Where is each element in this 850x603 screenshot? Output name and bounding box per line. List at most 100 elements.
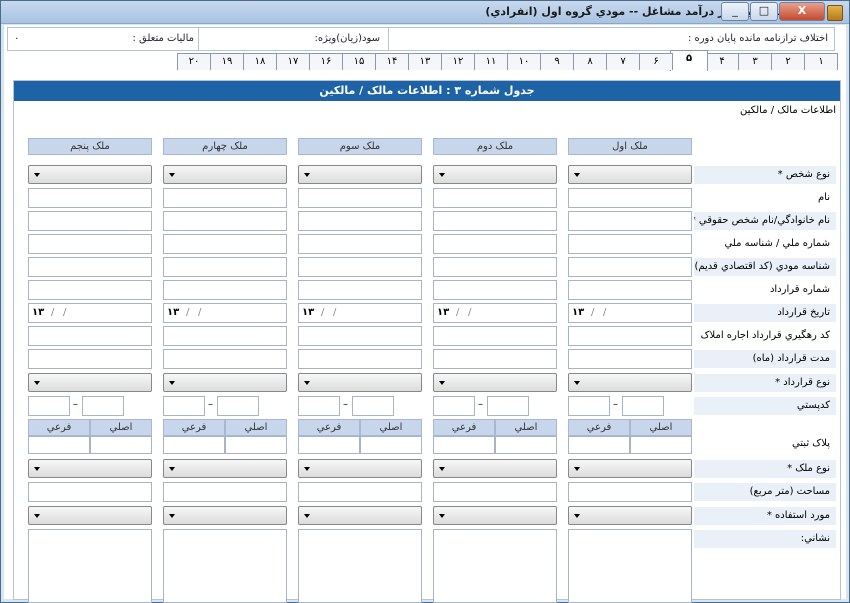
owner-second-property-type-select[interactable] <box>433 459 557 478</box>
owner-fifth-name-input[interactable] <box>28 188 152 208</box>
owner-first-national-id-input[interactable] <box>568 234 692 254</box>
owner-third-property-type-select[interactable] <box>298 459 422 478</box>
owner-second-tracking-code-input[interactable] <box>433 326 557 346</box>
minimize-button[interactable]: _ <box>721 2 749 21</box>
owner-third-national-id-input[interactable] <box>298 234 422 254</box>
owner-fifth-plaque-main-input[interactable] <box>90 436 152 454</box>
owner-first-address-textarea[interactable] <box>568 529 692 603</box>
owner-first-plaque-main-input[interactable] <box>630 436 692 454</box>
owner-second-area-input[interactable] <box>433 482 557 502</box>
tab-8[interactable]: ۸ <box>573 53 607 70</box>
owner-first-usage-select[interactable] <box>568 506 692 525</box>
owner-second-postal-code-part1-input[interactable] <box>487 396 529 416</box>
owner-first-postal-code-part2-input[interactable] <box>568 396 610 416</box>
owner-fourth-family-input[interactable] <box>163 211 287 231</box>
tab-2[interactable]: ۲ <box>771 53 805 70</box>
owner-first-tax-id-input[interactable] <box>568 257 692 277</box>
owner-second-postal-code-part2-input[interactable] <box>433 396 475 416</box>
tab-7[interactable]: ۷ <box>606 53 640 70</box>
owner-fifth-property-type-select[interactable] <box>28 459 152 478</box>
owner-fifth-contract-duration-input[interactable] <box>28 349 152 369</box>
owner-second-contract-duration-input[interactable] <box>433 349 557 369</box>
owner-third-plaque-main-input[interactable] <box>360 436 422 454</box>
owner-fifth-person-type-select[interactable] <box>28 165 152 184</box>
owner-third-contract-date-input[interactable]: ۱۳ / / <box>298 303 422 323</box>
owner-fourth-address-textarea[interactable] <box>163 529 287 603</box>
owner-fourth-person-type-select[interactable] <box>163 165 287 184</box>
owner-fourth-plaque-sub-input[interactable] <box>163 436 225 454</box>
owner-first-plaque-sub-input[interactable] <box>568 436 630 454</box>
tab-10[interactable]: ۱۰ <box>507 53 541 70</box>
owner-fifth-contract-no-input[interactable] <box>28 280 152 300</box>
owner-second-national-id-input[interactable] <box>433 234 557 254</box>
owner-fifth-postal-code-part2-input[interactable] <box>28 396 70 416</box>
owner-fifth-postal-code-part1-input[interactable] <box>82 396 124 416</box>
owner-fourth-property-type-select[interactable] <box>163 459 287 478</box>
owner-fifth-family-input[interactable] <box>28 211 152 231</box>
owner-third-contract-type-select[interactable] <box>298 373 422 392</box>
owner-fourth-national-id-input[interactable] <box>163 234 287 254</box>
tab-4[interactable]: ۴ <box>705 53 739 70</box>
owner-third-person-type-select[interactable] <box>298 165 422 184</box>
owner-third-usage-select[interactable] <box>298 506 422 525</box>
tab-6[interactable]: ۶ <box>639 53 673 70</box>
tab-13[interactable]: ۱۳ <box>408 53 442 70</box>
owner-second-contract-no-input[interactable] <box>433 280 557 300</box>
owner-fourth-contract-type-select[interactable] <box>163 373 287 392</box>
owner-first-contract-duration-input[interactable] <box>568 349 692 369</box>
owner-second-contract-date-input[interactable]: ۱۳ / / <box>433 303 557 323</box>
tab-20[interactable]: ۲۰ <box>177 53 211 70</box>
tab-12[interactable]: ۱۲ <box>441 53 475 70</box>
tab-5[interactable]: ۵ <box>670 50 708 71</box>
owner-second-contract-type-select[interactable] <box>433 373 557 392</box>
owner-fourth-postal-code-part2-input[interactable] <box>163 396 205 416</box>
owner-fourth-postal-code-part1-input[interactable] <box>217 396 259 416</box>
owner-fifth-contract-type-select[interactable] <box>28 373 152 392</box>
tab-1[interactable]: ۱ <box>804 53 838 70</box>
owner-first-contract-date-input[interactable]: ۱۳ / / <box>568 303 692 323</box>
tab-11[interactable]: ۱۱ <box>474 53 508 70</box>
owner-first-area-input[interactable] <box>568 482 692 502</box>
owner-fifth-national-id-input[interactable] <box>28 234 152 254</box>
tab-16[interactable]: ۱۶ <box>309 53 343 70</box>
owner-third-tracking-code-input[interactable] <box>298 326 422 346</box>
maximize-button[interactable]: □ <box>750 2 778 21</box>
owner-third-address-textarea[interactable] <box>298 529 422 603</box>
owner-first-family-input[interactable] <box>568 211 692 231</box>
owner-third-contract-duration-input[interactable] <box>298 349 422 369</box>
owner-third-postal-code-part2-input[interactable] <box>298 396 340 416</box>
owner-second-address-textarea[interactable] <box>433 529 557 603</box>
owner-fourth-contract-duration-input[interactable] <box>163 349 287 369</box>
owner-first-tracking-code-input[interactable] <box>568 326 692 346</box>
tab-3[interactable]: ۳ <box>738 53 772 70</box>
owner-second-plaque-main-input[interactable] <box>495 436 557 454</box>
owner-fifth-contract-date-input[interactable]: ۱۳ / / <box>28 303 152 323</box>
owner-second-person-type-select[interactable] <box>433 165 557 184</box>
owner-third-postal-code-part1-input[interactable] <box>352 396 394 416</box>
owner-second-plaque-sub-input[interactable] <box>433 436 495 454</box>
owner-first-contract-type-select[interactable] <box>568 373 692 392</box>
owner-first-postal-code-part1-input[interactable] <box>622 396 664 416</box>
owner-third-name-input[interactable] <box>298 188 422 208</box>
tab-9[interactable]: ۹ <box>540 53 574 70</box>
tab-15[interactable]: ۱۵ <box>342 53 376 70</box>
owner-second-tax-id-input[interactable] <box>433 257 557 277</box>
owner-second-name-input[interactable] <box>433 188 557 208</box>
owner-fourth-tax-id-input[interactable] <box>163 257 287 277</box>
tab-18[interactable]: ۱۸ <box>243 53 277 70</box>
owner-fifth-tracking-code-input[interactable] <box>28 326 152 346</box>
owner-second-usage-select[interactable] <box>433 506 557 525</box>
owner-first-contract-no-input[interactable] <box>568 280 692 300</box>
tab-17[interactable]: ۱۷ <box>276 53 310 70</box>
owner-fourth-plaque-main-input[interactable] <box>225 436 287 454</box>
owner-second-family-input[interactable] <box>433 211 557 231</box>
owner-first-property-type-select[interactable] <box>568 459 692 478</box>
owner-third-tax-id-input[interactable] <box>298 257 422 277</box>
owner-third-area-input[interactable] <box>298 482 422 502</box>
owner-fifth-area-input[interactable] <box>28 482 152 502</box>
owner-fourth-contract-date-input[interactable]: ۱۳ / / <box>163 303 287 323</box>
owner-first-name-input[interactable] <box>568 188 692 208</box>
owner-fourth-contract-no-input[interactable] <box>163 280 287 300</box>
owner-fourth-usage-select[interactable] <box>163 506 287 525</box>
owner-fourth-tracking-code-input[interactable] <box>163 326 287 346</box>
